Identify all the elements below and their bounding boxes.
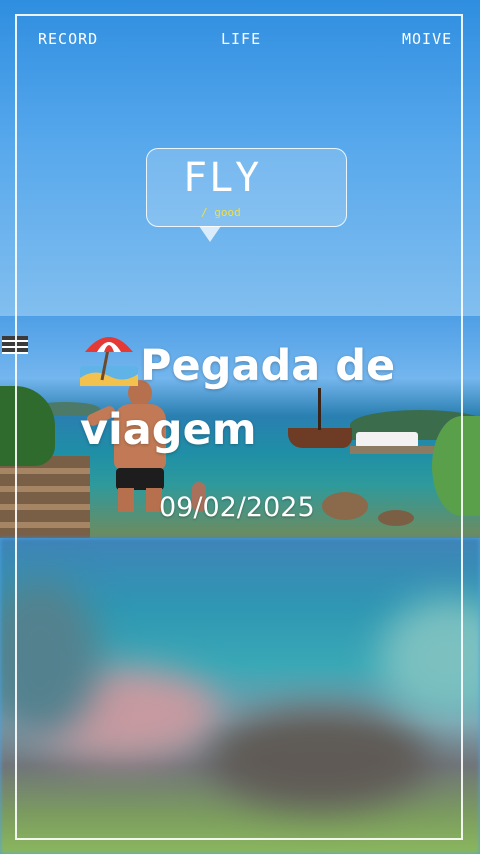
photo-rocks-small [378,510,414,526]
header-record-label: RECORD [38,30,99,48]
beach-umbrella-icon [80,330,138,401]
speech-bubble-tail [199,226,221,242]
photo-stairs [0,456,90,538]
blur-blob [210,708,430,808]
photo-left-tree [0,386,55,466]
bubble-title: FLY [183,155,262,201]
photo-signpost [2,336,28,354]
bubble-subtitle: / good [201,206,241,219]
header-movie-label: MOIVE [402,30,453,48]
headline-line-1: Pegada de [80,330,395,401]
header-life-label: LIFE [221,30,262,48]
blurred-photo-reflection [0,538,480,854]
date-label: 09/02/2025 [159,492,315,523]
headline: Pegada de viagem [80,330,395,459]
photo-rocks [322,492,368,520]
headline-text-line-2: viagem [80,405,257,455]
speech-bubble: FLY / good [146,148,347,227]
photo-right-palm [432,416,480,516]
blur-blob [380,598,480,718]
headline-text-line-1: Pegada de [140,341,396,391]
